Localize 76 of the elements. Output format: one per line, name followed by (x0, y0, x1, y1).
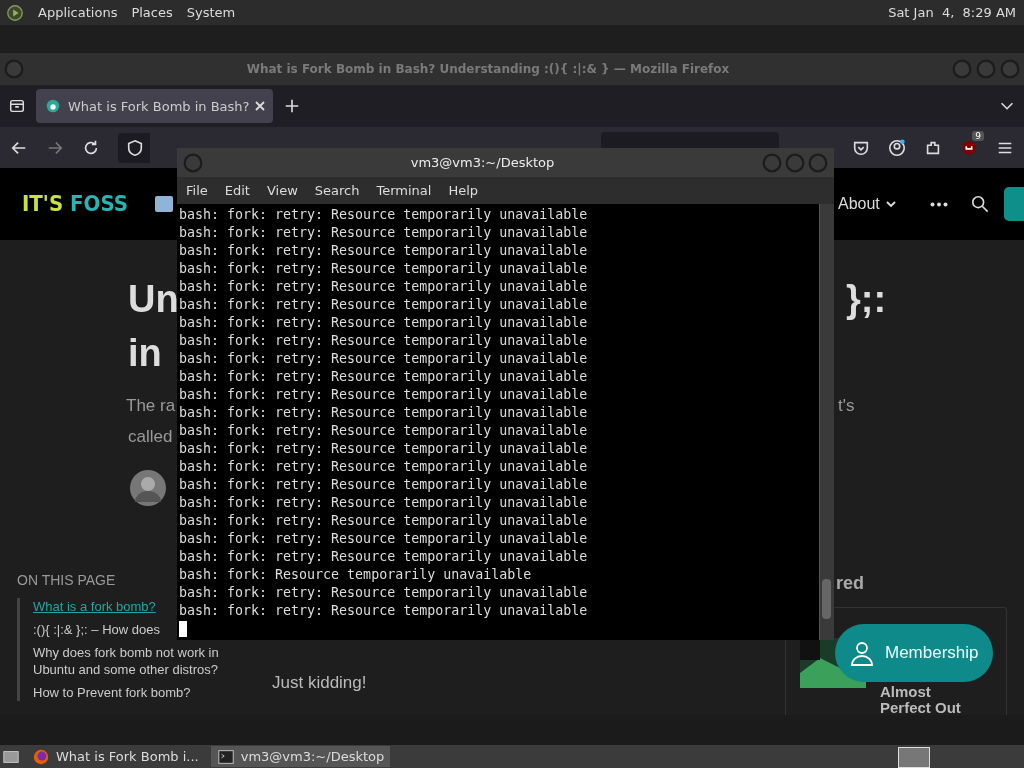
account-icon[interactable] (888, 138, 906, 157)
terminal-line: bash: fork: retry: Resource temporarily unavailable (179, 242, 589, 260)
favicon-icon (44, 97, 62, 115)
terminal-line: bash: fork: retry: Resource temporarily unavailable (179, 296, 589, 314)
scrollbar[interactable] (819, 204, 834, 640)
taskbar-item[interactable]: What is Fork Bomb i... (26, 746, 205, 767)
distro-logo-icon[interactable] (6, 3, 24, 22)
taskbar-item[interactable]: vm3@vm3:~/Desktop (210, 746, 391, 767)
window-title: vm3@vm3:~/Desktop (409, 155, 556, 170)
toc-link[interactable]: What is a fork bomb? (33, 598, 156, 615)
panel-menu[interactable]: Applications (38, 5, 118, 20)
card-title: Almost (880, 684, 931, 700)
terminal-icon (216, 747, 235, 766)
terminal-line: bash: fork: retry: Resource temporarily unavailable (179, 584, 589, 602)
card-title: Perfect Out (880, 700, 961, 715)
search-icon[interactable] (971, 195, 989, 213)
author-avatar (130, 470, 166, 506)
close-icon[interactable] (255, 101, 266, 111)
terminal-line: bash: fork: retry: Resource temporarily unavailable (179, 494, 589, 512)
terminal-line: bash: fork: retry: Resource temporarily unavailable (179, 476, 589, 494)
terminal-line: bash: fork: retry: Resource temporarily unavailable (179, 350, 589, 368)
menu-item[interactable]: Help (441, 183, 486, 198)
terminal-line: bash: fork: retry: Resource temporarily unavailable (179, 224, 589, 242)
terminal-line: bash: fork: retry: Resource temporarily unavailable (179, 314, 589, 332)
article-intro: The ra (126, 396, 176, 416)
sidebar-heading: red (836, 573, 864, 594)
more-icon[interactable] (930, 202, 948, 207)
panel-menu[interactable]: Places (131, 5, 173, 20)
terminal-line: bash: fork: retry: Resource temporarily unavailable (179, 278, 589, 296)
browser-icon (32, 747, 50, 766)
chevron-icon[interactable] (885, 199, 896, 209)
toc-link[interactable]: How to Prevent fork bomb? (33, 684, 191, 701)
terminal-line: bash: fork: retry: Resource temporarily unavailable (179, 260, 589, 278)
membership-button[interactable]: Membership (835, 624, 993, 682)
article-title: };: (846, 278, 887, 321)
document-icon[interactable] (154, 195, 174, 213)
window-title: What is Fork Bomb in Bash? Understanding :(){ :|:& } — Mozilla Firefox (245, 62, 731, 76)
toc-link[interactable]: Why does fork bomb not work in Ubuntu and some other distros? (33, 644, 248, 678)
menu-item[interactable]: File (179, 183, 215, 198)
browser-tab[interactable]: What is Fork Bomb in Bash? (36, 89, 274, 123)
clock[interactable]: Sat Jan 4, 8:29 AM (888, 5, 1016, 20)
tab-list-icon[interactable] (8, 97, 26, 115)
terminal-line: bash: fork: retry: Resource temporarily unavailable (179, 458, 589, 476)
terminal-line: bash: fork: retry: Resource temporarily unavailable (179, 404, 589, 422)
terminal-line: bash: fork: retry: Resource temporarily unavailable (179, 602, 589, 620)
toc-heading: ON THIS PAGE (17, 572, 116, 588)
article-title: Un (128, 278, 179, 321)
terminal-line: bash: fork: retry: Resource temporarily unavailable (179, 512, 589, 530)
article-intro: t's (838, 396, 855, 416)
toc-link[interactable]: :(){ :|:& };: – How does (33, 621, 160, 638)
terminal-line: bash: fork: retry: Resource temporarily unavailable (179, 332, 589, 350)
address-bar[interactable] (118, 132, 150, 163)
reload-icon[interactable] (82, 138, 100, 157)
terminal-line: bash: fork: retry: Resource temporarily unavailable (179, 368, 589, 386)
terminal-line: bash: fork: retry: Resource temporarily unavailable (179, 548, 589, 566)
site-logo[interactable]: IT'S FOSS (22, 191, 128, 216)
terminal-line: bash: fork: Resource temporarily unavailable (179, 566, 533, 584)
article-text: Just kidding! (272, 673, 367, 693)
article-title: in (128, 332, 162, 375)
menu-item[interactable]: Terminal (369, 183, 439, 198)
menu-item[interactable]: View (259, 183, 305, 198)
extension-badge: 9 (972, 130, 984, 141)
cursor (179, 621, 187, 637)
panel-menu[interactable]: System (186, 5, 236, 20)
menu-item[interactable]: Edit (217, 183, 257, 198)
person-icon (849, 640, 875, 666)
workspace-switcher[interactable] (898, 747, 930, 768)
nav-link[interactable]: About (838, 195, 896, 213)
shield-icon[interactable] (126, 138, 144, 157)
terminal-line: bash: fork: retry: Resource temporarily unavailable (179, 386, 589, 404)
article-intro: called (128, 427, 173, 447)
terminal-line: bash: fork: retry: Resource temporarily unavailable (179, 206, 589, 224)
menu-item[interactable]: Search (307, 183, 367, 198)
terminal-line: bash: fork: retry: Resource temporarily unavailable (179, 422, 589, 440)
terminal-line: bash: fork: retry: Resource temporarily unavailable (179, 530, 589, 548)
terminal-line: bash: fork: retry: Resource temporarily unavailable (179, 440, 589, 458)
